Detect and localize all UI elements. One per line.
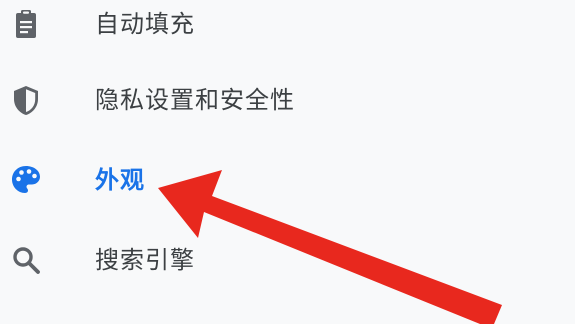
sidebar-item-label: 自动填充 [95, 10, 195, 38]
sidebar-item-label: 隐私设置和安全性 [95, 86, 295, 114]
palette-icon [8, 162, 44, 198]
sidebar-item-privacy-security[interactable]: 隐私设置和安全性 [0, 70, 575, 130]
search-icon [8, 242, 44, 278]
sidebar-item-label: 外观 [95, 166, 145, 194]
shield-icon [8, 82, 44, 118]
sidebar-item-search-engine[interactable]: 搜索引擎 [0, 230, 575, 290]
settings-sidebar-menu: 自动填充 隐私设置和安全性 外观 搜索引擎 [0, 0, 575, 324]
clipboard-icon [8, 6, 44, 42]
sidebar-item-appearance[interactable]: 外观 [0, 150, 575, 210]
sidebar-item-autofill[interactable]: 自动填充 [0, 0, 575, 54]
sidebar-item-label: 搜索引擎 [95, 246, 195, 274]
